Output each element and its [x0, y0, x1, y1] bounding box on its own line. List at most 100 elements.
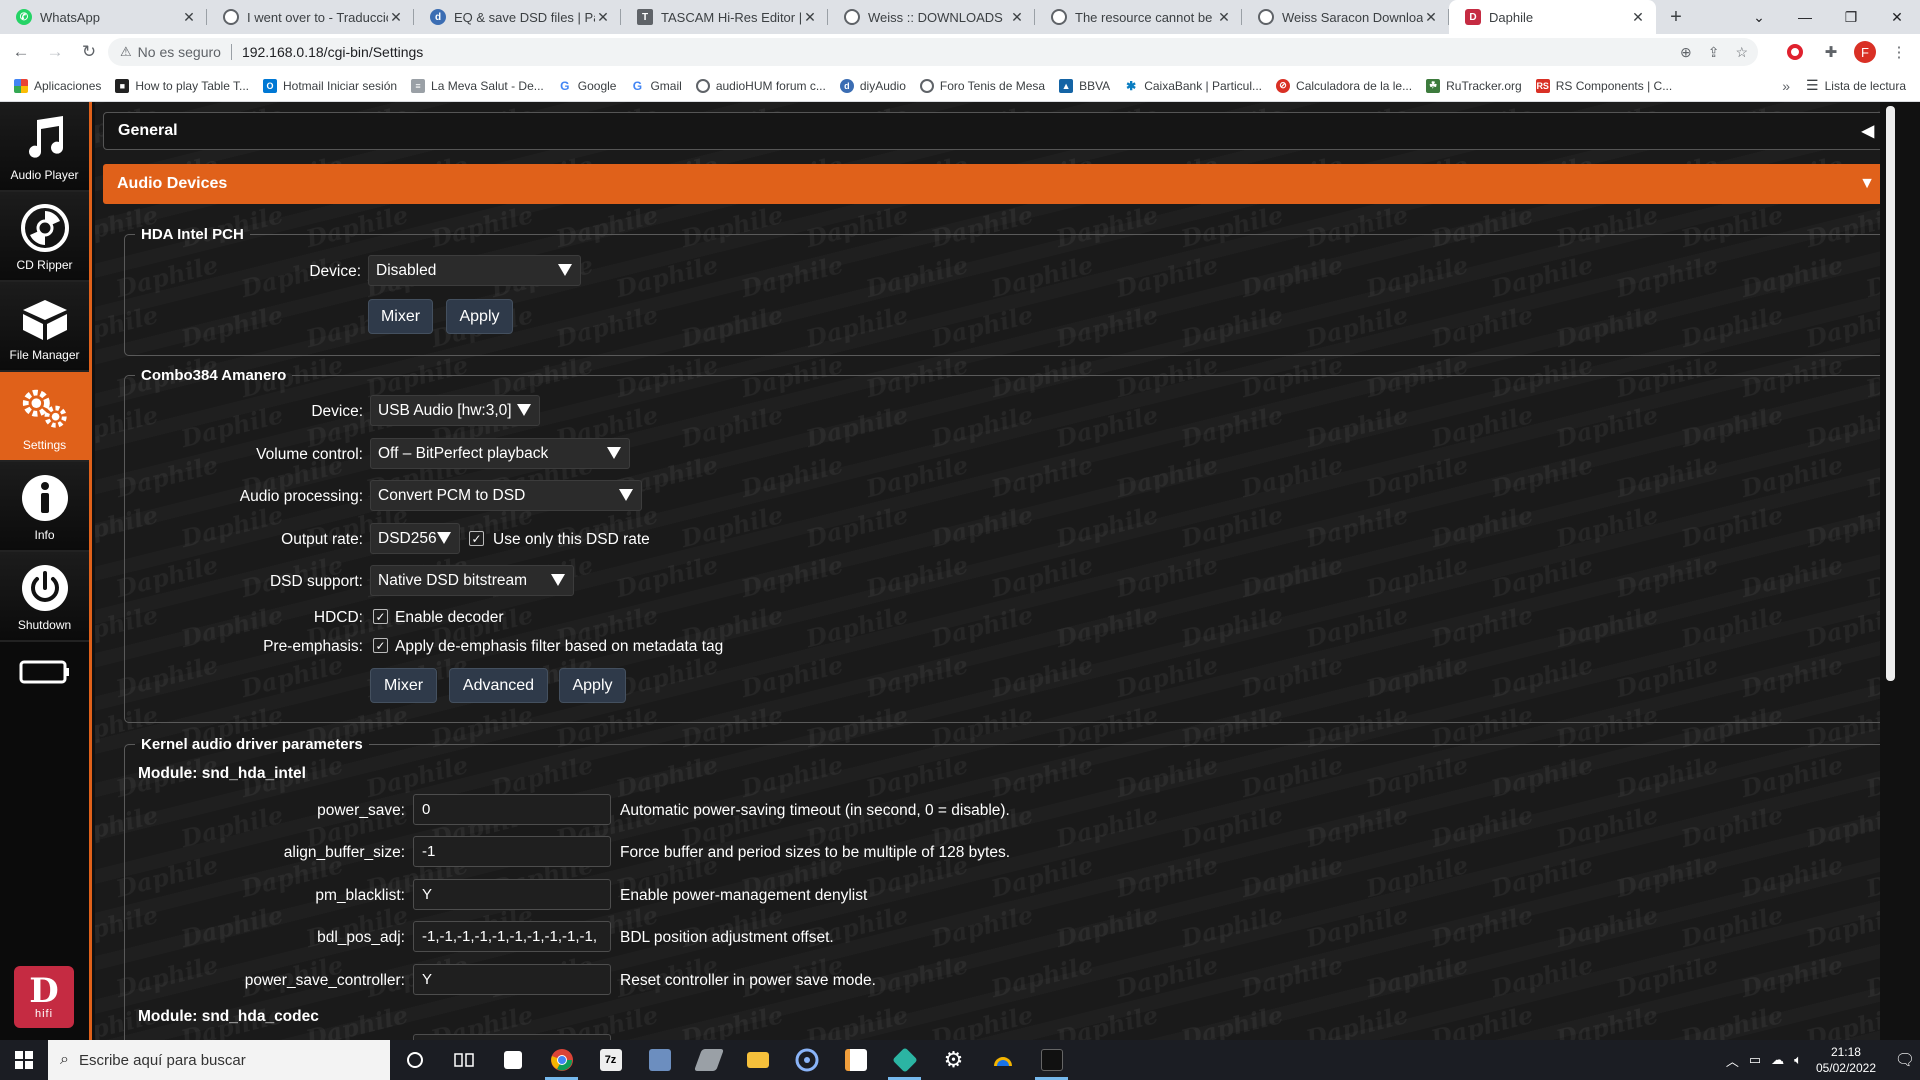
close-icon[interactable]: ✕ — [595, 9, 611, 26]
sidebar-item-info[interactable]: Info — [0, 462, 89, 552]
taskbar-search[interactable]: ⌕ Escribe aquí para buscar — [48, 1040, 390, 1080]
power-save-controller-input[interactable]: Y — [413, 964, 611, 995]
browser-tab-active[interactable]: D Daphile ✕ — [1449, 0, 1656, 34]
close-icon[interactable]: ✕ — [1630, 9, 1646, 26]
dsd-support-select[interactable]: Native DSD bitstream — [370, 565, 574, 596]
tab-search-icon[interactable]: ⌄ — [1736, 0, 1782, 34]
reload-button[interactable]: ↻ — [76, 39, 102, 65]
close-window-button[interactable]: ✕ — [1874, 0, 1920, 34]
sidebar-item-cd-ripper[interactable]: CD Ripper — [0, 192, 89, 282]
menu-kebab-icon[interactable]: ⋮ — [1886, 39, 1912, 65]
bookmark-item[interactable]: ▲ BBVA — [1059, 78, 1110, 93]
profile-avatar[interactable]: F — [1854, 41, 1876, 63]
device-select[interactable]: Disabled — [368, 255, 581, 286]
use-only-dsd-rate-checkbox[interactable]: ✓ — [469, 531, 484, 546]
apply-button[interactable]: Apply — [446, 299, 513, 334]
hdcd-checkbox[interactable]: ✓ — [373, 609, 388, 624]
mixer-button[interactable]: Mixer — [370, 668, 437, 703]
chrome-icon[interactable] — [537, 1040, 586, 1080]
align-buffer-size-input[interactable]: -1 — [413, 836, 611, 867]
daphile-logo[interactable]: D hifi — [14, 966, 74, 1028]
bookmark-item[interactable]: ✱ CaixaBank | Particul... — [1124, 78, 1262, 93]
mixer-button[interactable]: Mixer — [368, 299, 433, 334]
task-view-icon[interactable] — [439, 1040, 488, 1080]
close-icon[interactable]: ✕ — [802, 9, 818, 26]
zoom-icon[interactable]: ⊕ — [1680, 44, 1692, 61]
warning-icon[interactable]: ⚠ — [120, 44, 132, 60]
star-icon[interactable]: ☆ — [1735, 44, 1748, 61]
output-rate-select[interactable]: DSD256 — [370, 523, 460, 554]
bookmark-item[interactable]: G Google — [557, 78, 616, 93]
bookmark-item[interactable]: Foro Tenis de Mesa — [919, 78, 1045, 93]
back-button[interactable]: ← — [8, 39, 34, 65]
network-icon[interactable]: ▭ — [1749, 1052, 1761, 1068]
close-icon[interactable]: ✕ — [181, 9, 197, 26]
cloud-icon[interactable]: ☁ — [1771, 1052, 1784, 1068]
chevron-up-icon[interactable]: ︿ — [1726, 1051, 1739, 1070]
opera-extension-icon[interactable] — [1782, 39, 1808, 65]
apply-button[interactable]: Apply — [559, 668, 626, 703]
section-general-header[interactable]: General ◀ — [103, 112, 1887, 150]
collapse-down-icon[interactable]: ▼ — [1859, 175, 1875, 193]
7zip-icon[interactable]: 7z — [586, 1040, 635, 1080]
start-button[interactable] — [0, 1040, 48, 1080]
advanced-button[interactable]: Advanced — [449, 668, 548, 703]
sidebar-item-audio-player[interactable]: Audio Player — [0, 102, 89, 192]
close-icon[interactable]: ✕ — [1009, 9, 1025, 26]
notification-icon[interactable]: 🗨︎ — [1890, 1040, 1920, 1080]
device-select[interactable]: USB Audio [hw:3,0] — [370, 395, 540, 426]
pre-emphasis-checkbox[interactable]: ✓ — [373, 638, 388, 653]
app-icon[interactable] — [782, 1040, 831, 1080]
scrollbar-thumb[interactable] — [1886, 106, 1895, 681]
share-icon[interactable]: ⇪ — [1708, 44, 1720, 61]
power-save-input[interactable]: 0 — [413, 794, 611, 825]
reading-list-button[interactable]: ☰ Lista de lectura — [1806, 77, 1906, 94]
volume-control-select[interactable]: Off – BitPerfect playback — [370, 438, 630, 469]
bdl-pos-adj-input[interactable]: -1,-1,-1,-1,-1,-1,-1,-1,-1,-1, — [413, 921, 611, 952]
forward-button[interactable]: → — [42, 39, 68, 65]
calculator-icon[interactable] — [635, 1040, 684, 1080]
sidebar-item-file-manager[interactable]: File Manager — [0, 282, 89, 372]
bookmark-item[interactable]: ■ How to play Table T... — [115, 78, 249, 93]
sidebar-item-settings[interactable]: Settings — [0, 372, 89, 462]
address-bar[interactable]: ⚠ No es seguro 192.168.0.18/cgi-bin/Sett… — [108, 38, 1758, 66]
browser-tab[interactable]: The resource cannot be fou ✕ — [1035, 0, 1242, 34]
bookmark-item[interactable]: O Hotmail Iniciar sesión — [263, 78, 397, 93]
extensions-puzzle-icon[interactable]: ✚ — [1818, 39, 1844, 65]
pm-blacklist-input[interactable]: Y — [413, 879, 611, 910]
bookmark-item[interactable]: ☘ RuTracker.org — [1426, 78, 1522, 93]
sidebar-item-shutdown[interactable]: Shutdown — [0, 552, 89, 642]
notepad-icon[interactable] — [831, 1040, 880, 1080]
section-audio-devices-header[interactable]: Audio Devices ▼ — [103, 164, 1887, 204]
bookmark-item[interactable]: ⊘ Calculadora de la le... — [1276, 78, 1412, 93]
browser-tab[interactable]: d EQ & save DSD files | Page ✕ — [414, 0, 621, 34]
restore-button[interactable]: ❐ — [1828, 0, 1874, 34]
bookmark-item[interactable]: G Gmail — [630, 78, 682, 93]
chevron-right-icon[interactable]: » — [1782, 78, 1790, 94]
bookmark-item[interactable]: d diyAudio — [839, 78, 906, 93]
bookmark-item[interactable]: Aplicaciones — [14, 78, 101, 93]
settings-icon[interactable]: ⚙ — [929, 1040, 978, 1080]
new-tab-button[interactable]: + — [1656, 0, 1696, 34]
expand-left-icon[interactable]: ◀ — [1862, 121, 1874, 141]
app-icon[interactable] — [880, 1040, 929, 1080]
close-icon[interactable]: ✕ — [1216, 9, 1232, 26]
volume-icon[interactable]: 🔈︎ — [1794, 1052, 1802, 1068]
browser-tab[interactable]: Weiss :: DOWNLOADS ✕ — [828, 0, 1035, 34]
file-explorer-icon[interactable] — [733, 1040, 782, 1080]
app-icon[interactable] — [978, 1040, 1027, 1080]
close-icon[interactable]: ✕ — [1423, 9, 1439, 26]
store-icon[interactable] — [488, 1040, 537, 1080]
minimize-button[interactable]: — — [1782, 0, 1828, 34]
bookmark-item[interactable]: RS RS Components | C... — [1535, 78, 1672, 93]
cortana-icon[interactable] — [390, 1040, 439, 1080]
browser-tab[interactable]: Weiss Saracon Download ✕ — [1242, 0, 1449, 34]
url-text[interactable]: 192.168.0.18/cgi-bin/Settings — [242, 44, 423, 60]
bookmark-item[interactable]: ≡ La Meva Salut - De... — [411, 78, 544, 93]
bookmark-item[interactable]: audioHUM forum c... — [695, 78, 826, 93]
audio-processing-select[interactable]: Convert PCM to DSD — [370, 480, 642, 511]
browser-tab[interactable]: T TASCAM Hi-Res Editor | DC ✕ — [621, 0, 828, 34]
clock[interactable]: 21:18 05/02/2022 — [1816, 1044, 1876, 1076]
tascam-app-icon[interactable] — [1027, 1040, 1076, 1080]
scrollbar[interactable] — [1880, 102, 1900, 1040]
